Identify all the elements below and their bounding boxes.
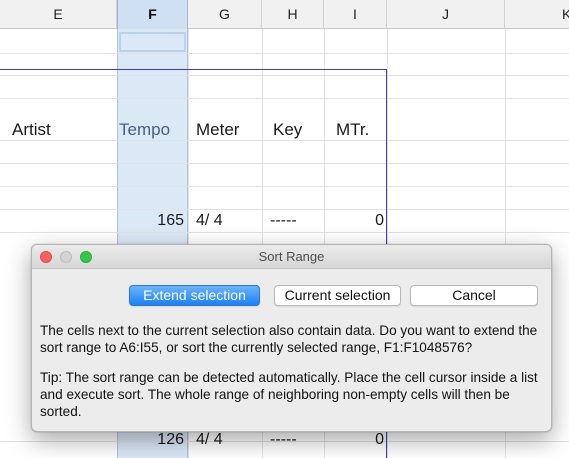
column-header-g[interactable]: G	[188, 0, 262, 29]
sort-range-dialog: Sort Range Extend selection Current sele…	[31, 244, 552, 432]
cell-meter-header[interactable]: Meter	[196, 120, 239, 140]
cell-tempo[interactable]: 165	[122, 212, 184, 230]
cell-mtr[interactable]: 0	[330, 431, 384, 449]
cell-meter[interactable]: 4/ 4	[196, 431, 223, 449]
cell-key[interactable]: -----	[270, 431, 297, 449]
cancel-button[interactable]: Cancel	[410, 285, 538, 306]
extend-selection-button[interactable]: Extend selection	[129, 285, 260, 306]
column-header-f[interactable]: F	[117, 0, 188, 29]
dialog-titlebar[interactable]: Sort Range	[32, 245, 551, 269]
column-header-e[interactable]: E	[0, 0, 117, 29]
cell-mtr-header[interactable]: MTr.	[336, 120, 369, 140]
cell-key-header[interactable]: Key	[273, 120, 302, 140]
dialog-title: Sort Range	[258, 249, 325, 264]
column-header-i[interactable]: I	[324, 0, 387, 29]
cell-tempo[interactable]: 126	[122, 431, 184, 449]
column-header-bar: E F G H I J K	[0, 0, 569, 29]
cell-cursor	[119, 32, 186, 52]
column-header-j[interactable]: J	[387, 0, 505, 29]
column-header-k[interactable]: K	[505, 0, 569, 29]
cell-key[interactable]: -----	[270, 212, 297, 230]
dialog-tip: Tip: The sort range can be detected auto…	[40, 370, 538, 419]
column-header-h[interactable]: H	[262, 0, 324, 29]
current-selection-button[interactable]: Current selection	[274, 285, 401, 306]
cell-tempo-header[interactable]: Tempo	[119, 120, 170, 140]
dialog-message: The cells next to the current selection …	[40, 323, 538, 355]
row-divider	[0, 53, 569, 54]
cell-mtr[interactable]: 0	[330, 212, 384, 230]
cell-meter[interactable]: 4/ 4	[196, 212, 223, 230]
cell-artist-header[interactable]: Artist	[12, 120, 51, 140]
